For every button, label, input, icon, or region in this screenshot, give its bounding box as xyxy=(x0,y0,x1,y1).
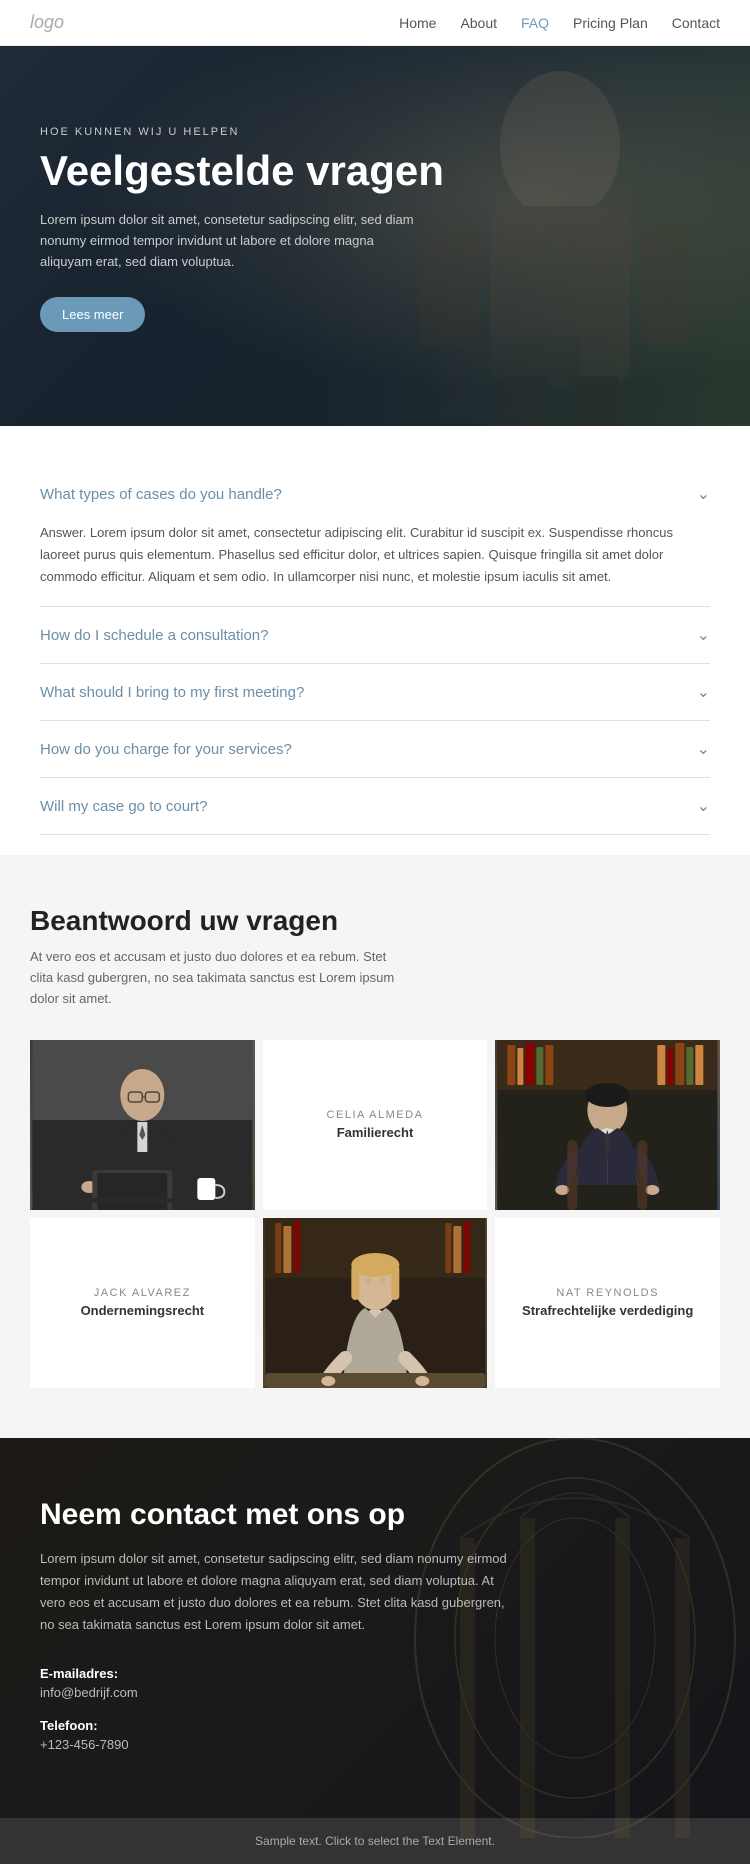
faq-answer-1: Answer. Lorem ipsum dolor sit amet, cons… xyxy=(40,522,710,606)
team-photo-1 xyxy=(30,1040,255,1210)
chevron-down-icon: ⌄ xyxy=(697,484,710,504)
person-silhouette-3 xyxy=(263,1218,488,1388)
faq-question-3[interactable]: What should I bring to my first meeting?… xyxy=(40,664,710,720)
faq-item-2: How do I schedule a consultation? ⌄ xyxy=(40,607,710,664)
faq-item-1: What types of cases do you handle? ⌄ Ans… xyxy=(40,466,710,607)
faq-question-text-5: Will my case go to court? xyxy=(40,798,208,815)
team-photo-card-3 xyxy=(263,1218,488,1388)
nav-links: Home About FAQ Pricing Plan Contact xyxy=(399,15,720,31)
person-silhouette-2 xyxy=(495,1040,720,1210)
team-role-jack: Ondernemingsrecht xyxy=(71,1303,215,1318)
chevron-down-icon-3: ⌄ xyxy=(697,682,710,702)
chevron-down-icon-5: ⌄ xyxy=(697,796,710,816)
team-photo-card-1 xyxy=(30,1040,255,1210)
faq-question-text-1: What types of cases do you handle? xyxy=(40,486,282,503)
faq-question-text-2: How do I schedule a consultation? xyxy=(40,627,268,644)
team-role-nat: Strafrechtelijke verdediging xyxy=(512,1303,703,1318)
faq-question-4[interactable]: How do you charge for your services? ⌄ xyxy=(40,721,710,777)
team-name-celia: CELIA ALMEDA xyxy=(317,1109,434,1121)
faq-question-text-3: What should I bring to my first meeting? xyxy=(40,684,304,701)
team-section: Beantwoord uw vragen At vero eos et accu… xyxy=(0,855,750,1437)
nav-home[interactable]: Home xyxy=(399,15,436,31)
team-grid: CELIA ALMEDA Familierecht xyxy=(30,1040,720,1388)
hero-content: HOE KUNNEN WIJ U HELPEN Veelgestelde vra… xyxy=(0,46,500,372)
team-photo-2 xyxy=(495,1040,720,1210)
faq-item-5: Will my case go to court? ⌄ xyxy=(40,778,710,835)
team-name-jack: JACK ALVAREZ xyxy=(84,1287,201,1299)
faq-question-text-4: How do you charge for your services? xyxy=(40,741,292,758)
team-name-nat: NAT REYNOLDS xyxy=(546,1287,669,1299)
team-info-card-celia: CELIA ALMEDA Familierecht xyxy=(263,1040,488,1210)
person-silhouette-1 xyxy=(30,1040,255,1210)
hero-title: Veelgestelde vragen xyxy=(40,148,460,194)
team-role-celia: Familierecht xyxy=(327,1125,424,1140)
team-section-description: At vero eos et accusam et justo duo dolo… xyxy=(30,947,410,1009)
navigation: logo Home About FAQ Pricing Plan Contact xyxy=(0,0,750,46)
team-info-card-jack: JACK ALVAREZ Ondernemingsrecht xyxy=(30,1218,255,1388)
hero-description: Lorem ipsum dolor sit amet, consetetur s… xyxy=(40,210,420,272)
hero-section: HOE KUNNEN WIJ U HELPEN Veelgestelde vra… xyxy=(0,46,750,426)
contact-section: Neem contact met ons op Lorem ipsum dolo… xyxy=(0,1438,750,1818)
hero-pretitle: HOE KUNNEN WIJ U HELPEN xyxy=(40,126,460,138)
faq-question-5[interactable]: Will my case go to court? ⌄ xyxy=(40,778,710,834)
faq-item-4: How do you charge for your services? ⌄ xyxy=(40,721,710,778)
contact-content: Neem contact met ons op Lorem ipsum dolo… xyxy=(40,1498,710,1752)
team-photo-card-2 xyxy=(495,1040,720,1210)
team-section-title: Beantwoord uw vragen xyxy=(30,905,720,937)
team-info-card-nat: NAT REYNOLDS Strafrechtelijke verdedigin… xyxy=(495,1218,720,1388)
faq-section: What types of cases do you handle? ⌄ Ans… xyxy=(0,426,750,855)
nav-faq[interactable]: FAQ xyxy=(521,15,549,31)
chevron-down-icon-4: ⌄ xyxy=(697,739,710,759)
contact-decoration xyxy=(400,1438,750,1838)
team-photo-3 xyxy=(263,1218,488,1388)
hero-button[interactable]: Lees meer xyxy=(40,297,145,332)
nav-about[interactable]: About xyxy=(460,15,497,31)
faq-question-2[interactable]: How do I schedule a consultation? ⌄ xyxy=(40,607,710,663)
chevron-down-icon-2: ⌄ xyxy=(697,625,710,645)
faq-item-3: What should I bring to my first meeting?… xyxy=(40,664,710,721)
nav-contact[interactable]: Contact xyxy=(672,15,720,31)
logo: logo xyxy=(30,12,64,33)
faq-question-1[interactable]: What types of cases do you handle? ⌄ xyxy=(40,466,710,522)
nav-pricing[interactable]: Pricing Plan xyxy=(573,15,648,31)
